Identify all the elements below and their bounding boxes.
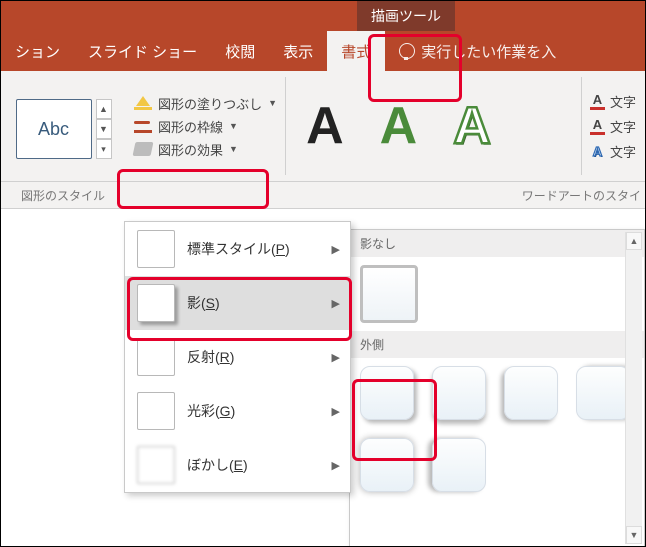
shadow-submenu: 影なし 外側 ▲ ▼ [349,229,645,547]
pen-icon [134,119,152,133]
fx-soft-key: E [234,457,243,473]
scroll-down-button[interactable]: ▼ [626,526,642,544]
shadow-outer-2[interactable] [432,366,486,420]
fx-reflection-key: R [220,349,230,365]
fx-shadow-key: S [206,295,215,311]
text-fill-label: 文字 [610,92,636,111]
fx-preset-label: 標準スタイル [187,241,271,257]
shape-commands: 図形の塗りつぶし ▼ 図形の枠線 ▼ 図形の効果 ▼ [126,71,285,181]
fx-shadow[interactable]: 影(S) ▶ [125,276,350,330]
reflection-icon [137,338,175,376]
tab-transition[interactable]: ション [1,31,74,71]
ribbon-tabs: ション スライド ショー 校閲 表示 書式 実行したい作業を入 [1,31,645,71]
tab-format[interactable]: 書式 [327,31,385,71]
shape-outline-label: 図形の枠線 [158,117,223,136]
shape-fill-label: 図形の塗りつぶし [158,94,262,113]
shadow-outer-1[interactable] [360,366,414,420]
ribbon-group-labels: 図形のスタイル ワードアートのスタイ [1,182,645,209]
chevron-right-icon: ▶ [332,405,340,418]
text-effects-button[interactable]: A文字 [590,142,645,161]
gallery-down-button[interactable]: ▼ [96,119,112,139]
wordart-style-2[interactable]: A [380,96,418,156]
fx-glow-key: G [220,403,231,419]
shadow-none-header: 影なし [350,230,644,257]
text-fill-button[interactable]: A文字 [590,92,645,111]
text-effects-label: 文字 [610,142,636,161]
shape-styles-group-label: 図形のスタイル [1,182,125,208]
shape-effects-button[interactable]: 図形の効果 ▼ [134,140,277,159]
gallery-more-button[interactable]: ▾ [96,139,112,159]
fx-preset-key: P [276,241,285,257]
lightbulb-icon [399,43,415,59]
glow-icon [137,392,175,430]
fx-shadow-label: 影 [187,295,201,311]
text-commands: A文字 A文字 A文字 [582,71,645,181]
fx-preset[interactable]: 標準スタイル(P) ▶ [125,222,350,276]
chevron-right-icon: ▶ [332,459,340,472]
bucket-icon [134,96,152,110]
fx-glow[interactable]: 光彩(G) ▶ [125,384,350,438]
wordart-style-1[interactable]: A [306,96,344,156]
shape-effects-menu: 標準スタイル(P) ▶ 影(S) ▶ 反射(R) ▶ 光彩(G) ▶ ぼかし(E… [124,221,351,493]
fx-glow-label: 光彩 [187,403,215,419]
contextual-tab-title: 描画ツール [357,1,455,31]
tell-me-label: 実行したい作業を入 [421,41,556,62]
chevron-right-icon: ▶ [332,351,340,364]
ribbon: Abc ▲ ▼ ▾ 図形の塗りつぶし ▼ 図形の枠線 ▼ 図形の [1,71,645,182]
effect-icon [133,142,154,156]
gallery-up-button[interactable]: ▲ [96,99,112,119]
wordart-gallery[interactable]: A A A [286,71,581,181]
shadow-outer-5[interactable] [360,438,414,492]
dropdown-icon: ▼ [229,144,238,154]
preset-icon [137,230,175,268]
shape-styles-gallery[interactable]: Abc ▲ ▼ ▾ [1,71,126,181]
fx-soft-edges[interactable]: ぼかし(E) ▶ [125,438,350,492]
shadow-outer-3[interactable] [504,366,558,420]
fx-soft-label: ぼかし [187,457,229,473]
scroll-up-button[interactable]: ▲ [626,232,642,250]
tell-me-search[interactable]: 実行したい作業を入 [385,31,570,71]
shape-fill-button[interactable]: 図形の塗りつぶし ▼ [134,94,277,113]
tab-review[interactable]: 校閲 [211,31,269,71]
dropdown-icon: ▼ [229,121,238,131]
tab-view[interactable]: 表示 [269,31,327,71]
fx-reflection[interactable]: 反射(R) ▶ [125,330,350,384]
text-outline-label: 文字 [610,117,636,136]
soft-edges-icon [137,446,175,484]
shape-effects-label: 図形の効果 [158,140,223,159]
shape-style-preview[interactable]: Abc [16,99,92,159]
shadow-none-option[interactable] [360,265,418,323]
fx-reflection-label: 反射 [187,349,215,365]
wordart-style-3[interactable]: A [453,96,491,156]
text-outline-button[interactable]: A文字 [590,117,645,136]
shadow-outer-6[interactable] [432,438,486,492]
shadow-outer-4[interactable] [576,366,630,420]
shadow-icon [137,284,175,322]
wordart-group-label: ワードアートのスタイ [451,182,645,208]
dropdown-icon: ▼ [268,98,277,108]
shape-outline-button[interactable]: 図形の枠線 ▼ [134,117,277,136]
title-bar: 描画ツール [1,1,645,31]
submenu-scrollbar[interactable]: ▲ ▼ [625,232,642,544]
tab-slideshow[interactable]: スライド ショー [74,31,211,71]
chevron-right-icon: ▶ [332,297,340,310]
shadow-outer-header: 外側 [350,331,644,358]
chevron-right-icon: ▶ [332,243,340,256]
